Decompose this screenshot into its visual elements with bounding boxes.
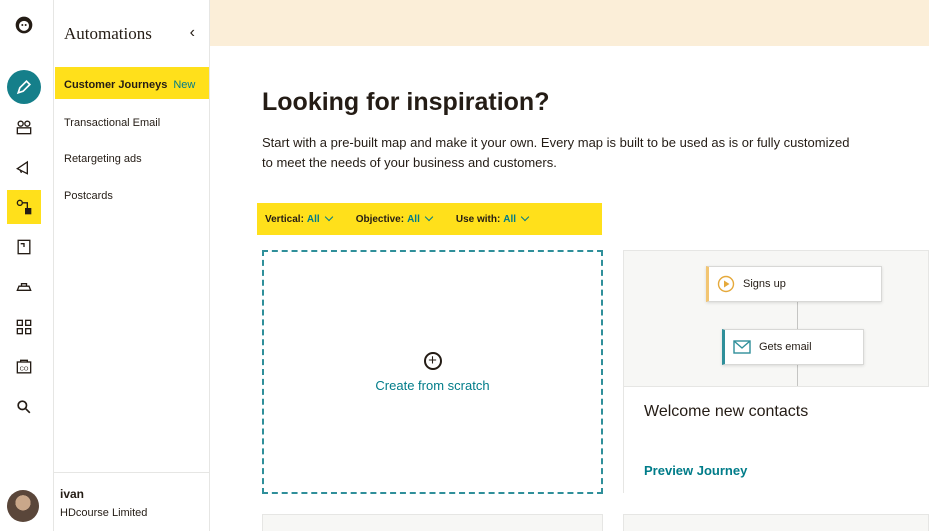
icon-rail: CO xyxy=(0,0,54,531)
collapse-chevron-icon[interactable]: ‹ xyxy=(190,24,195,42)
connector-line xyxy=(797,302,798,329)
objective-filter-dropdown[interactable]: Objective: All xyxy=(355,212,434,225)
sidebar-item-postcards[interactable]: Postcards xyxy=(64,190,113,202)
apps-grid-icon[interactable] xyxy=(7,310,41,344)
integrations-icon[interactable] xyxy=(7,270,41,304)
top-banner xyxy=(210,0,929,46)
chevron-down-icon xyxy=(520,212,530,221)
filter-label: Use with: xyxy=(455,213,501,225)
new-badge: New xyxy=(173,79,196,91)
automations-icon[interactable] xyxy=(7,190,41,224)
mailchimp-logo-icon[interactable] xyxy=(7,8,41,42)
page-title: Looking for inspiration? xyxy=(262,88,550,116)
create-from-scratch-card[interactable]: + Create from scratch xyxy=(262,250,603,494)
vertical-filter-dropdown[interactable]: Vertical: All xyxy=(265,212,333,225)
use-with-filter-dropdown[interactable]: Use with: All xyxy=(455,212,530,225)
template-card-peek[interactable] xyxy=(623,514,929,531)
plus-circle-icon: + xyxy=(423,351,442,370)
journey-node-signs-up: Signs up xyxy=(706,266,882,302)
sidebar-title: Automations xyxy=(64,24,152,43)
connector-line xyxy=(797,365,798,386)
content-studio-icon[interactable]: CO xyxy=(7,350,41,384)
user-name: ivan xyxy=(60,487,85,501)
automations-sidebar: Automations ‹ Customer Journeys New Trans… xyxy=(54,0,210,531)
audience-icon[interactable] xyxy=(7,110,41,144)
journey-node-gets-email: Gets email xyxy=(722,329,864,365)
filter-bar: Vertical: All Objective: All Use with: All xyxy=(257,203,602,235)
filter-label: Vertical: xyxy=(265,213,304,225)
node-label: Signs up xyxy=(743,278,786,290)
filter-value: All xyxy=(503,213,517,225)
create-from-scratch-label: Create from scratch xyxy=(375,377,490,393)
sidebar-item-transactional-email[interactable]: Transactional Email xyxy=(64,117,160,129)
sidebar-item-retargeting-ads[interactable]: Retargeting ads xyxy=(64,153,142,165)
chevron-down-icon xyxy=(424,212,434,221)
account-footer[interactable]: ivan HDcourse Limited xyxy=(54,472,210,531)
create-pencil-icon[interactable] xyxy=(7,70,41,104)
envelope-icon xyxy=(733,340,751,354)
filter-value: All xyxy=(407,213,420,225)
chevron-down-icon xyxy=(324,212,333,221)
svg-text:CO: CO xyxy=(20,366,29,372)
landing-page-icon[interactable] xyxy=(7,230,41,264)
filter-value: All xyxy=(306,213,320,225)
avatar[interactable] xyxy=(7,490,39,522)
filter-label: Objective: xyxy=(355,213,405,225)
play-circle-icon xyxy=(717,275,735,293)
search-icon[interactable] xyxy=(7,390,41,424)
sidebar-item-customer-journeys[interactable]: Customer Journeys New xyxy=(55,67,209,99)
template-card-peek[interactable] xyxy=(262,514,603,531)
journey-template-card[interactable]: Signs up Gets email Welcome new contacts… xyxy=(623,250,929,494)
node-label: Gets email xyxy=(759,341,812,353)
preview-journey-link[interactable]: Preview Journey xyxy=(644,463,747,478)
organization-name: HDcourse Limited xyxy=(60,507,148,519)
card-title: Welcome new contacts xyxy=(644,403,809,420)
campaigns-megaphone-icon[interactable] xyxy=(7,150,41,184)
page-description: Start with a pre-built map and make it y… xyxy=(262,135,850,170)
sidebar-item-label: Customer Journeys xyxy=(64,79,168,91)
